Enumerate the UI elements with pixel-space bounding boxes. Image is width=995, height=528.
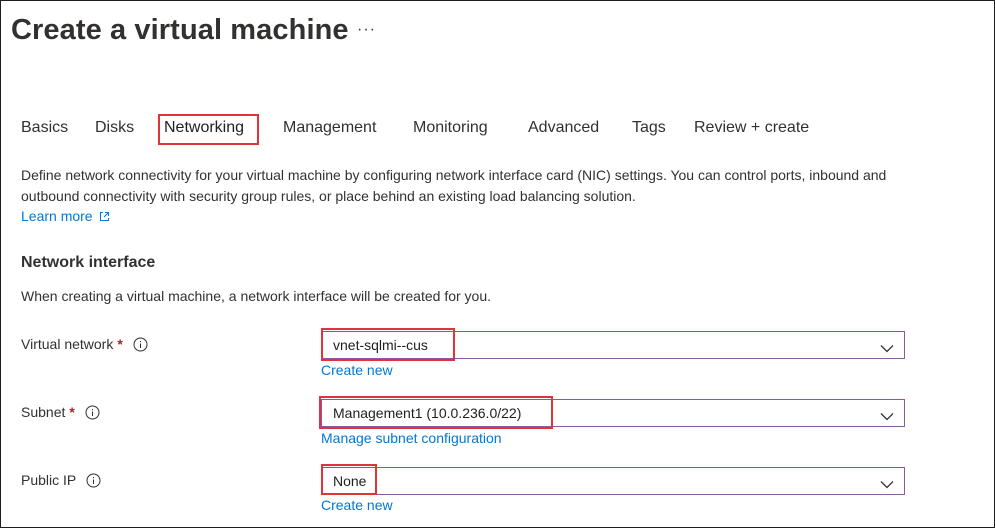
virtual-network-value: vnet-sqlmi--cus [333, 337, 428, 353]
tab-monitoring[interactable]: Monitoring [413, 119, 488, 137]
info-icon[interactable] [86, 473, 101, 488]
chevron-down-icon [880, 408, 894, 426]
tab-tags[interactable]: Tags [632, 119, 666, 137]
create-new-public-ip-link[interactable]: Create new [321, 497, 393, 513]
more-options-button[interactable]: ··· [357, 21, 376, 39]
learn-more-link[interactable]: Learn more [21, 208, 110, 225]
subnet-value: Management1 (10.0.236.0/22) [333, 405, 522, 421]
tab-networking[interactable]: Networking [164, 119, 244, 137]
virtual-network-label: Virtual network [21, 336, 114, 352]
subnet-label: Subnet [21, 404, 66, 420]
public-ip-label: Public IP [21, 472, 77, 488]
create-new-vnet-link[interactable]: Create new [321, 362, 393, 378]
public-ip-label-row: Public IP [21, 472, 101, 488]
network-interface-note: When creating a virtual machine, a netwo… [21, 288, 492, 304]
external-link-icon [99, 209, 110, 225]
required-marker: * [117, 336, 123, 352]
learn-more-label: Learn more [21, 208, 93, 224]
manage-subnet-link[interactable]: Manage subnet configuration [321, 430, 502, 446]
network-interface-heading: Network interface [21, 254, 156, 271]
ellipsis-icon: ··· [357, 21, 376, 38]
tab-management[interactable]: Management [283, 119, 376, 137]
tab-review-create[interactable]: Review + create [694, 119, 809, 137]
page-title: Create a virtual machine [11, 14, 349, 46]
virtual-network-select[interactable]: vnet-sqlmi--cus [321, 331, 905, 359]
public-ip-select[interactable]: None [321, 467, 905, 495]
tab-disks[interactable]: Disks [95, 119, 134, 137]
subnet-select[interactable]: Management1 (10.0.236.0/22) [321, 399, 905, 427]
create-vm-blade: Create a virtual machine ··· Basics Disk… [0, 0, 995, 528]
subnet-label-row: Subnet * [21, 404, 100, 420]
info-icon[interactable] [133, 337, 148, 352]
networking-description: Define network connectivity for your vir… [21, 167, 887, 204]
chevron-down-icon [880, 340, 894, 358]
tab-advanced[interactable]: Advanced [528, 119, 599, 137]
info-icon[interactable] [85, 405, 100, 420]
required-marker: * [69, 404, 75, 420]
wizard-tabs: Basics Disks Networking Management Monit… [1, 119, 994, 143]
public-ip-value: None [333, 473, 367, 489]
virtual-network-label-row: Virtual network * [21, 336, 148, 352]
tab-basics[interactable]: Basics [21, 119, 68, 137]
chevron-down-icon [880, 476, 894, 494]
